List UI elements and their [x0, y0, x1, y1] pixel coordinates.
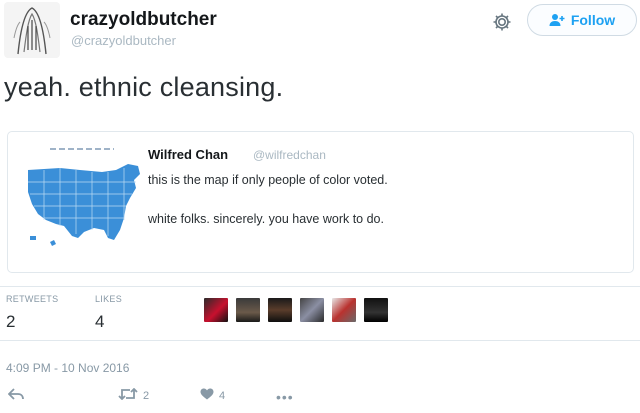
- quoted-text-line-2: white folks. sincerely. you have work to…: [148, 212, 384, 226]
- likes-label: LIKES: [95, 294, 123, 304]
- tweet-text: yeah. ethnic cleansing.: [4, 72, 284, 102]
- like-button[interactable]: 4: [200, 388, 225, 403]
- retweet-button[interactable]: 2: [118, 387, 150, 403]
- author-display-name[interactable]: crazyoldbutcher: [70, 9, 217, 31]
- us-map-image: [20, 140, 148, 258]
- liker-avatars: [202, 296, 390, 328]
- retweets-label: RETWEETS: [6, 294, 59, 304]
- reply-button[interactable]: [7, 388, 24, 403]
- tweet-timestamp[interactable]: 4:09 PM - 10 Nov 2016: [6, 361, 129, 375]
- stats-divider-bottom: [0, 340, 640, 341]
- likes-count[interactable]: 4: [95, 312, 104, 332]
- author-avatar[interactable]: [4, 2, 60, 58]
- liker-avatar[interactable]: [330, 296, 358, 324]
- retweets-count[interactable]: 2: [6, 312, 15, 332]
- reply-icon: [7, 388, 24, 403]
- heart-icon: [200, 388, 214, 403]
- quoted-author-handle: @wilfredchan: [253, 148, 326, 162]
- liker-avatar[interactable]: [298, 296, 326, 324]
- stats-divider-top: [0, 286, 640, 287]
- quoted-text-line-1: this is the map if only people of color …: [148, 173, 388, 187]
- follow-label: Follow: [570, 12, 616, 28]
- retweet-icon: [118, 387, 138, 403]
- follow-button[interactable]: Follow: [527, 4, 637, 36]
- liker-avatar[interactable]: [202, 296, 230, 324]
- more-options-button[interactable]: •••: [276, 390, 294, 404]
- like-count-small: 4: [219, 389, 226, 402]
- liker-avatar[interactable]: [266, 296, 294, 324]
- retweet-count-small: 2: [143, 389, 150, 402]
- author-handle[interactable]: @crazyoldbutcher: [71, 33, 176, 48]
- add-person-icon: [549, 13, 565, 27]
- quoted-tweet[interactable]: Wilfred Chan @wilfredchan this is the ma…: [7, 131, 634, 273]
- gear-icon[interactable]: [491, 11, 513, 33]
- liker-avatar[interactable]: [362, 296, 390, 324]
- quoted-author-name: Wilfred Chan: [148, 147, 229, 162]
- tweet-header: crazyoldbutcher @crazyoldbutcher Follow: [0, 0, 640, 62]
- liker-avatar[interactable]: [234, 296, 262, 324]
